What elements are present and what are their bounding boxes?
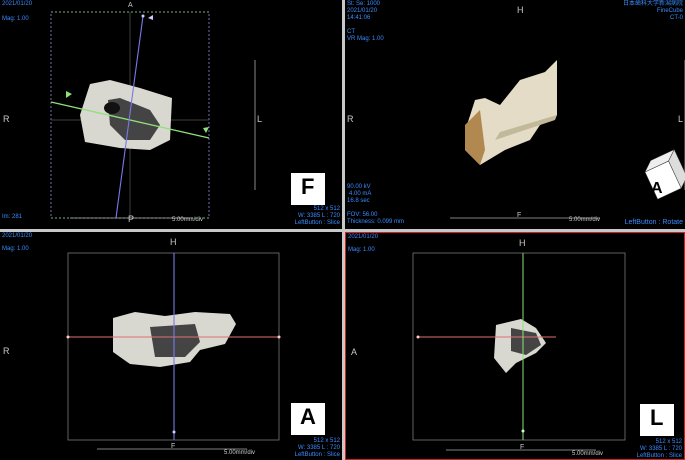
- mouse-mode-label: LeftButton : Slice: [294, 220, 340, 226]
- orient-top: H: [170, 237, 177, 247]
- kv-label: 90.00 kV: [347, 184, 371, 190]
- scale-label: 5.00mm/div: [172, 217, 204, 223]
- orient-bottom: F: [171, 443, 176, 450]
- orient-top: H: [519, 238, 526, 248]
- device-type-label: CT-0: [669, 15, 683, 21]
- orient-bottom: F: [517, 212, 522, 219]
- axial-viewport[interactable]: 2021/01/20 Mag: 1.00 Im: 281 A R L P F 5…: [0, 0, 342, 229]
- orient-right: L: [257, 114, 263, 124]
- institution-label: 日本歯科大学新潟病院: [622, 1, 683, 7]
- image-number: Im: 281: [2, 214, 23, 220]
- date-label: 2021/01/20: [347, 8, 378, 14]
- sagittal-viewport[interactable]: 2021/01/20 Mag: 1.00 H A F L 5.00mm/div …: [345, 232, 685, 460]
- date-label: 2021/01/20: [348, 234, 379, 240]
- orient-bottom: F: [520, 444, 525, 451]
- coronal-image: [66, 252, 325, 450]
- date-label: 2021/01/20: [2, 233, 33, 239]
- mag-label: Mag: 1.00: [2, 246, 29, 252]
- thickness-label: Thickness: 0.099 mm: [347, 219, 405, 225]
- matrix-label: 512 x 512: [313, 438, 340, 444]
- scale-label: 5.00mm/div: [224, 450, 256, 456]
- volume-image: [450, 60, 685, 219]
- modality-label: CT: [347, 29, 355, 35]
- sagittal-image: [412, 252, 674, 451]
- device-label: FineCube: [656, 8, 683, 14]
- orient-bottom: P: [128, 214, 135, 224]
- series-label: St: Se: 1000: [347, 1, 381, 7]
- orient-top: H: [517, 5, 524, 15]
- fov-label: FOV: 56.00: [347, 212, 378, 218]
- orient-left: R: [3, 114, 10, 124]
- mouse-mode-label: LeftButton : Slice: [294, 452, 340, 458]
- orientation-cube-letter: A: [651, 180, 663, 197]
- coronal-viewport[interactable]: 2021/01/20 Mag: 1.00 H R F A 5.00mm/div …: [0, 232, 342, 460]
- window-label: W: 3385 L : 720: [297, 213, 340, 219]
- orientation-marker-letter: A: [300, 404, 316, 429]
- orient-left: A: [351, 347, 358, 357]
- window-label: W: 3385 L : 720: [297, 445, 340, 451]
- date-label: 2021/01/20: [2, 1, 33, 7]
- orientation-marker-letter: L: [650, 405, 664, 430]
- mag-label: Mag: 1.00: [2, 16, 29, 22]
- vr-mag-label: VR Mag: 1.00: [347, 36, 384, 42]
- mouse-mode-label: LeftButton : Slice: [636, 453, 682, 459]
- orientation-cube: [644, 148, 685, 200]
- time-label: 14:41:06: [347, 15, 371, 21]
- matrix-label: 512 x 512: [313, 206, 340, 212]
- matrix-label: 512 x 512: [655, 439, 682, 445]
- window-label: W: 3385 L : 720: [639, 446, 682, 452]
- ma-label: 4.00 mA: [349, 191, 372, 197]
- axial-image: [50, 11, 325, 219]
- volume-render-viewport[interactable]: St: Se: 1000 2021/01/20 14:41:06 CT VR M…: [345, 0, 685, 229]
- orientation-marker-letter: F: [301, 174, 315, 199]
- mag-label: Mag: 1.00: [348, 247, 375, 253]
- sec-label: 16.8 sec: [347, 198, 370, 204]
- mouse-mode-label: LeftButton : Rotate: [624, 219, 683, 226]
- viewport-divider-horizontal[interactable]: [0, 229, 685, 232]
- orient-left: R: [347, 114, 354, 124]
- orient-left: R: [3, 346, 10, 356]
- scale-label: 5.00mm/div: [569, 217, 601, 223]
- scale-label: 5.00mm/div: [572, 451, 604, 457]
- orient-right: L: [678, 114, 684, 124]
- orient-top: A: [128, 2, 133, 9]
